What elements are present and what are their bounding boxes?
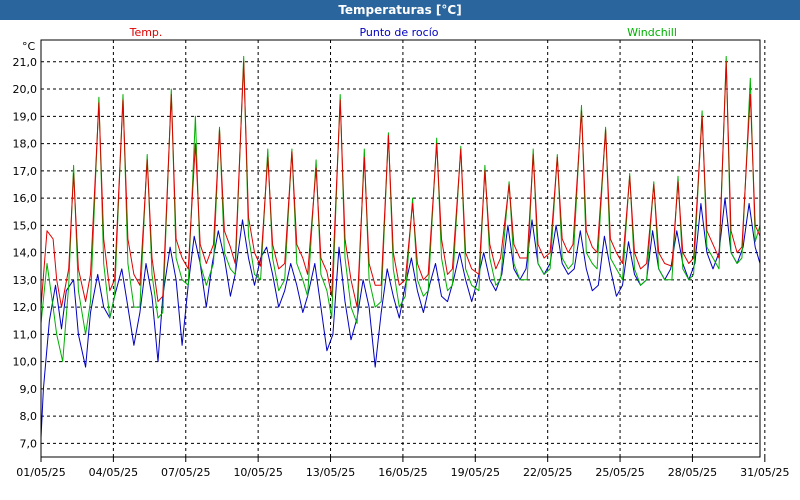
x-tick-label: 10/05/25 <box>233 466 282 479</box>
x-tick-label: 28/05/25 <box>668 466 717 479</box>
x-tick-label: 16/05/25 <box>378 466 427 479</box>
y-axis-unit: °C <box>22 40 36 53</box>
y-tick-label: 17,0 <box>13 165 38 178</box>
y-tick-label: 20,0 <box>13 83 38 96</box>
y-tick-label: 21,0 <box>13 56 38 69</box>
series-line-dew <box>40 197 761 438</box>
temperature-chart: 7,0 8,0 9,0 10,0 11,0 12,0 13,0 14,0 15,0 16,0 17,… <box>13 26 790 479</box>
series-lines <box>40 55 761 438</box>
y-tick-label: 9,0 <box>20 383 38 396</box>
chart-window: Temperaturas [°C] 7,0 8,0 9,0 10,0 11,0 12,0 1… <box>0 0 800 500</box>
y-tick-label: 7,0 <box>20 437 38 450</box>
series-line-wind <box>40 55 761 363</box>
x-axis-labels: 01/05/25 04/05/25 07/05/25 10/05/25 13/05/25… <box>16 466 789 479</box>
x-tick-label: 01/05/25 <box>16 466 65 479</box>
legend-dew-point: Punto de rocío <box>359 26 438 39</box>
x-tick-label: 31/05/25 <box>740 466 789 479</box>
window-title: Temperaturas [°C] <box>0 0 800 20</box>
x-tick-label: 07/05/25 <box>161 466 210 479</box>
y-tick-label: 19,0 <box>13 110 38 123</box>
y-tick-label: 18,0 <box>13 138 38 151</box>
x-tick-label: 04/05/25 <box>89 466 138 479</box>
plot-frame <box>40 39 761 458</box>
y-tick-label: 14,0 <box>13 247 38 260</box>
y-axis-labels: 7,0 8,0 9,0 10,0 11,0 12,0 13,0 14,0 15,0 16,0 17,… <box>13 56 38 451</box>
x-tick-label: 19/05/25 <box>451 466 500 479</box>
series-line-temp <box>40 61 761 308</box>
y-tick-label: 12,0 <box>13 301 38 314</box>
legend-windchill: Windchill <box>627 26 677 39</box>
y-tick-label: 13,0 <box>13 274 38 287</box>
x-tick-label: 22/05/25 <box>523 466 572 479</box>
y-tick-label: 15,0 <box>13 219 38 232</box>
y-tick-label: 16,0 <box>13 192 38 205</box>
y-tick-label: 11,0 <box>13 328 38 341</box>
legend-temp: Temp. <box>129 26 163 39</box>
y-tick-label: 10,0 <box>13 356 38 369</box>
x-tick-label: 13/05/25 <box>306 466 355 479</box>
y-tick-label: 8,0 <box>20 410 38 423</box>
x-tick-label: 25/05/25 <box>595 466 644 479</box>
